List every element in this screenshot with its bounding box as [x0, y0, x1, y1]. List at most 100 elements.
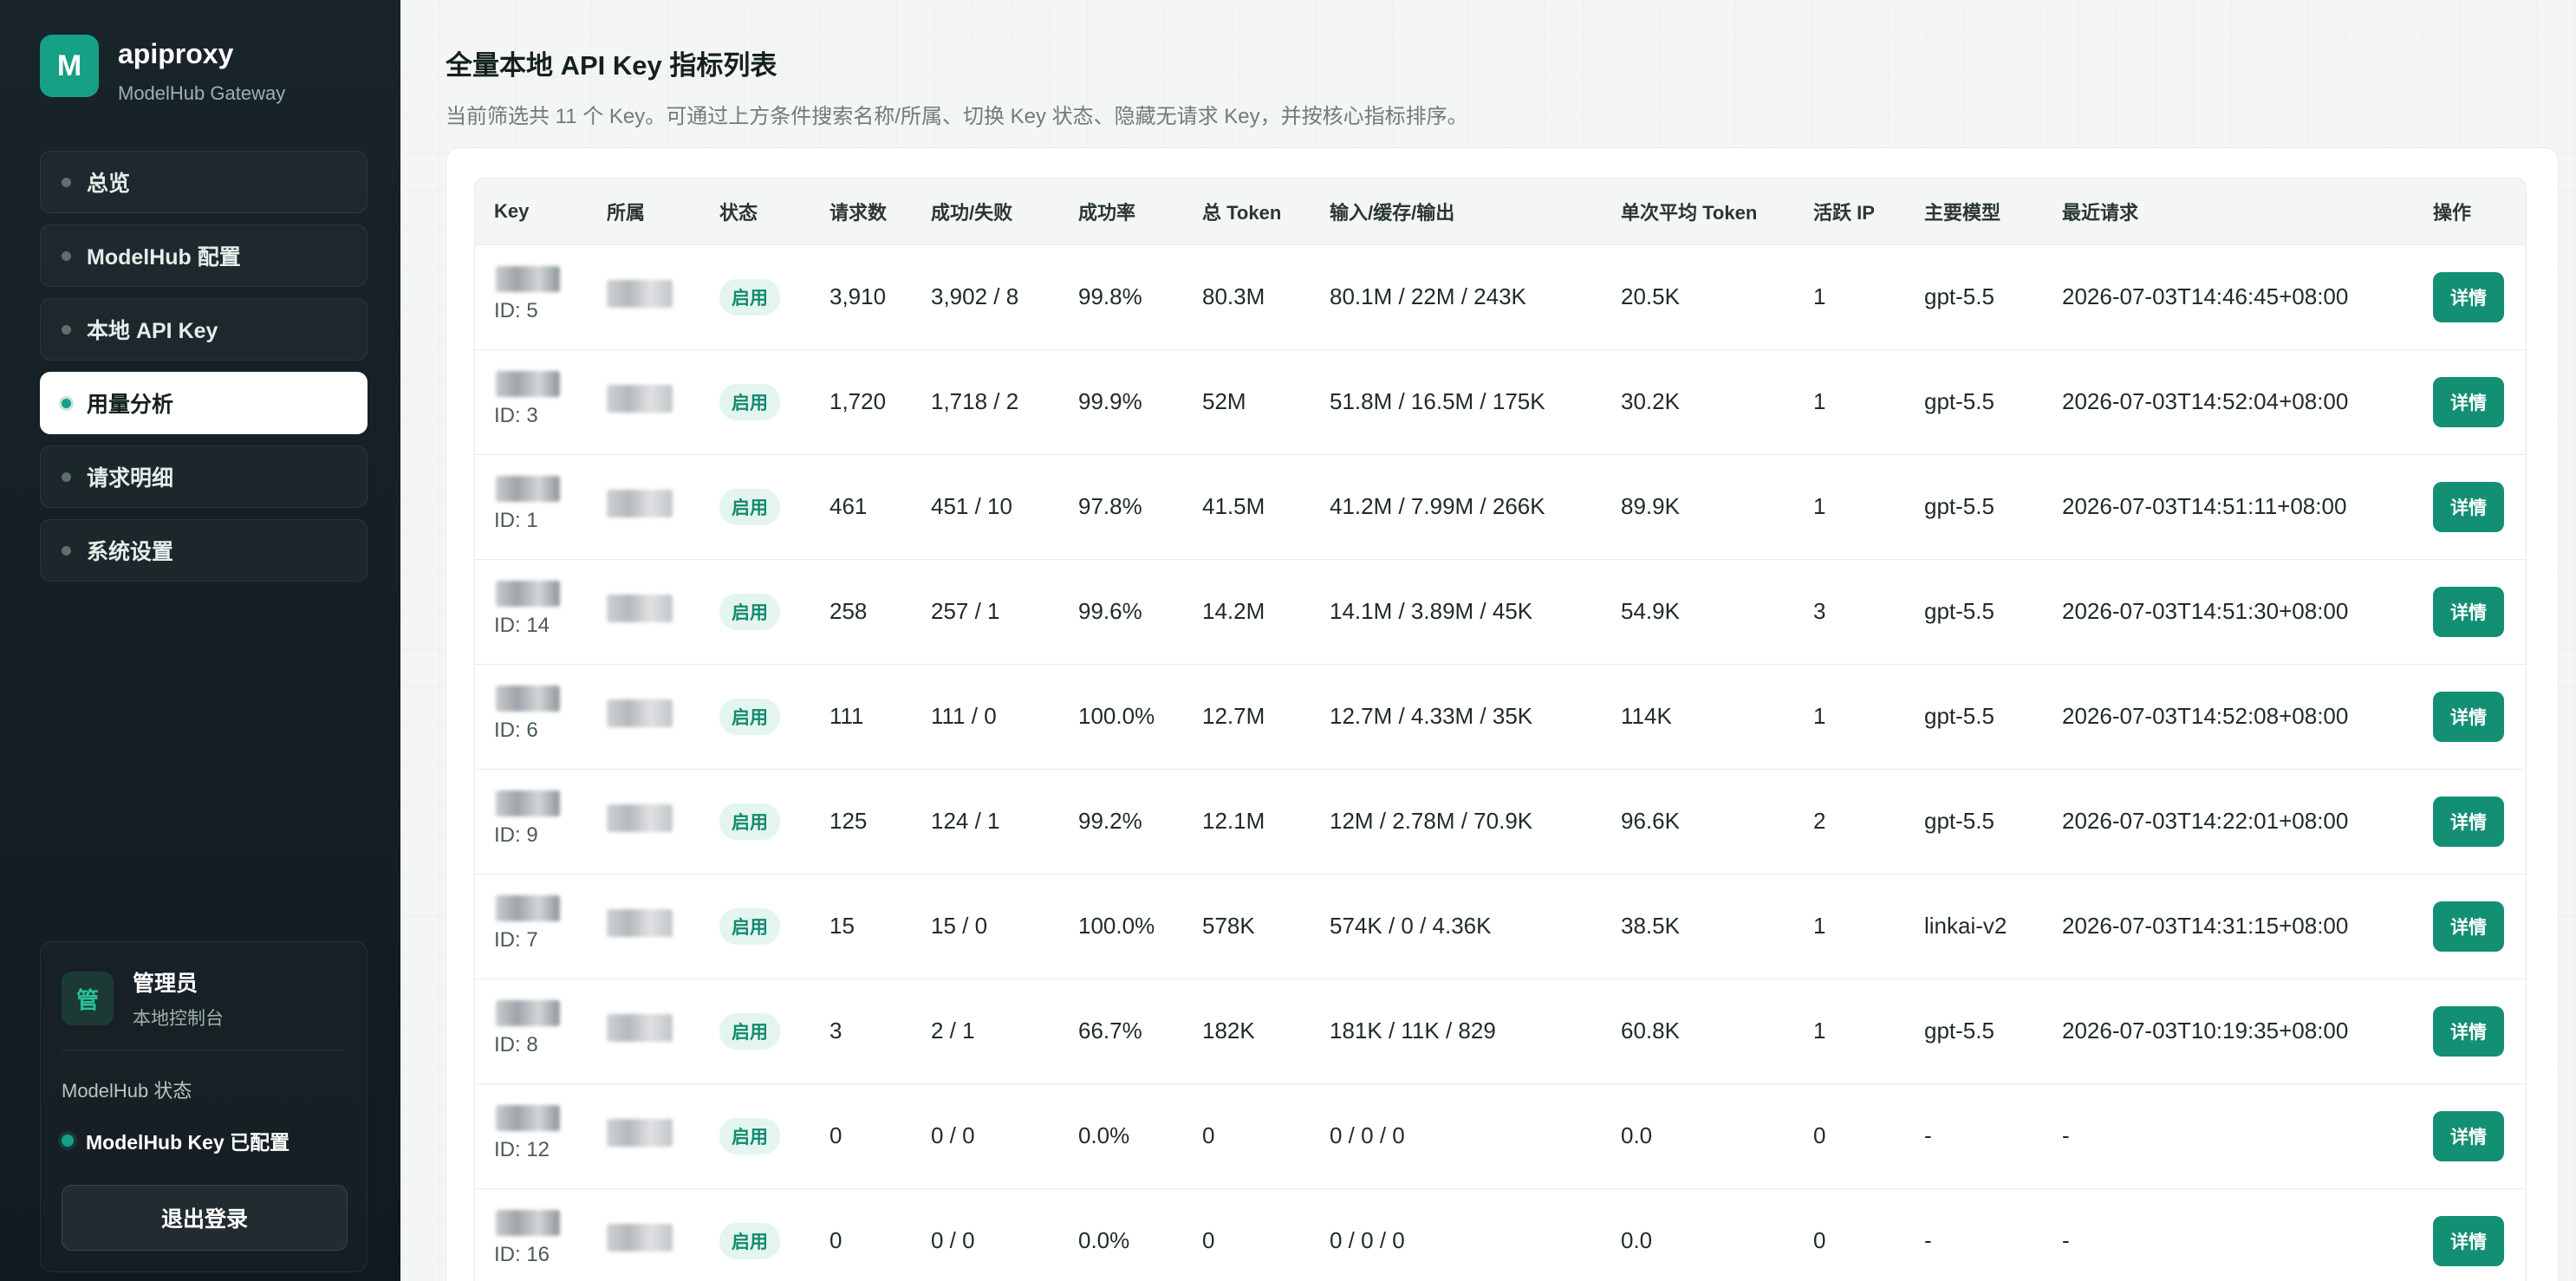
sidebar-item-usage-analysis[interactable]: 用量分析 [40, 372, 368, 434]
masked-key [496, 685, 560, 712]
token-breakdown: 12M / 2.78M / 70.9K [1330, 808, 1533, 834]
success-rate: 99.9% [1078, 388, 1142, 414]
detail-button[interactable]: 详情 [2433, 481, 2504, 532]
success-fail: 15 / 0 [931, 913, 988, 939]
detail-button[interactable]: 详情 [2433, 1005, 2504, 1057]
column-header[interactable]: 成功/失败 [912, 179, 1059, 244]
total-tokens: 578K [1202, 913, 1255, 939]
key-id: ID: 3 [494, 403, 538, 427]
brand-name: apiproxy [118, 38, 234, 69]
total-tokens: 14.2M [1202, 598, 1265, 624]
token-breakdown: 574K / 0 / 4.36K [1330, 913, 1492, 939]
active-ips: 1 [1813, 493, 1826, 519]
metrics-panel: Key 所属 状态 请求数 成功/失败 成功率总 Token 输入/缓存/输出 单次平均 To… [446, 147, 2559, 1281]
token-breakdown: 12.7M / 4.33M / 35K [1330, 703, 1533, 729]
column-header[interactable]: 成功率 [1059, 179, 1183, 244]
sidebar-item-system-settings[interactable]: 系统设置 [40, 519, 368, 582]
owner-cell [588, 454, 700, 559]
bullet-icon [62, 398, 71, 408]
status-badge: 启用 [719, 907, 780, 945]
detail-button[interactable]: 详情 [2433, 1110, 2504, 1161]
last-request: 2026-07-03T14:51:11+08:00 [2062, 493, 2347, 519]
total-tokens: 41.5M [1202, 493, 1265, 519]
success-rate: 100.0% [1078, 703, 1155, 729]
active-ips: 0 [1813, 1122, 1826, 1148]
active-ips: 0 [1813, 1227, 1826, 1253]
table-body: ID: 5 启用 3,910 3,902 / 8 99.8% 80.3M 80.1M / 2… [475, 244, 2526, 1281]
sidebar-item-label: 总览 [87, 172, 131, 196]
detail-button[interactable]: 详情 [2433, 271, 2504, 322]
column-header[interactable]: 所属 [588, 179, 700, 244]
avg-tokens: 0.0 [1621, 1227, 1653, 1253]
request-count: 111 [829, 703, 864, 729]
detail-button[interactable]: 详情 [2433, 1215, 2504, 1266]
last-request: 2026-07-03T14:51:30+08:00 [2062, 598, 2349, 624]
logout-button[interactable]: 退出登录 [62, 1185, 348, 1251]
key-cell: ID: 12 [475, 1083, 588, 1188]
user-name: 管理员 [133, 972, 198, 996]
avg-tokens: 38.5K [1621, 913, 1680, 939]
metrics-table: Key 所属 状态 请求数 成功/失败 成功率总 Token 输入/缓存/输出 单次平均 To… [475, 179, 2526, 1281]
detail-button[interactable]: 详情 [2433, 901, 2504, 952]
status-badge: 启用 [719, 383, 780, 420]
brand-logo: M [40, 35, 99, 97]
column-header[interactable]: 输入/缓存/输出 [1311, 179, 1602, 244]
masked-owner [607, 1014, 673, 1042]
column-header[interactable]: Key [475, 179, 588, 244]
key-id: ID: 7 [494, 927, 538, 952]
masked-owner [607, 385, 673, 413]
column-header[interactable]: 主要模型 [1905, 179, 2043, 244]
key-cell: ID: 5 [475, 244, 588, 349]
token-breakdown: 51.8M / 16.5M / 175K [1330, 388, 1545, 414]
active-ips: 1 [1813, 1018, 1826, 1044]
detail-button[interactable]: 详情 [2433, 691, 2504, 742]
key-id: ID: 6 [494, 718, 538, 742]
request-count: 461 [829, 493, 868, 519]
sidebar-item-overview[interactable]: 总览 [40, 151, 368, 213]
request-count: 0 [829, 1227, 842, 1253]
sidebar-item-request-details[interactable]: 请求明细 [40, 445, 368, 508]
success-rate: 66.7% [1078, 1018, 1142, 1044]
token-breakdown: 0 / 0 / 0 [1330, 1227, 1405, 1253]
column-header[interactable]: 请求数 [810, 179, 912, 244]
masked-owner [607, 804, 673, 832]
token-breakdown: 14.1M / 3.89M / 45K [1330, 598, 1533, 624]
success-fail: 3,902 / 8 [931, 283, 1019, 309]
column-header[interactable]: 状态 [700, 179, 810, 244]
sidebar-item-label: 系统设置 [87, 540, 174, 564]
sidebar-item-local-api-key[interactable]: 本地 API Key [40, 298, 368, 361]
avg-tokens: 0.0 [1621, 1122, 1653, 1148]
masked-owner [607, 909, 673, 937]
avatar: 管 [62, 972, 114, 1025]
active-ips: 1 [1813, 703, 1826, 729]
success-rate: 97.8% [1078, 493, 1142, 519]
detail-button[interactable]: 详情 [2433, 796, 2504, 847]
column-header[interactable]: 总 Token [1183, 179, 1311, 244]
column-header[interactable]: 最近请求 [2043, 179, 2414, 244]
last-request: 2026-07-03T14:22:01+08:00 [2062, 808, 2349, 834]
brand: M apiproxy ModelHub Gateway [40, 35, 285, 105]
active-ips: 1 [1813, 913, 1826, 939]
masked-key [496, 894, 560, 921]
sidebar-nav: 总览 ModelHub 配置 本地 API Key 用量分析 请求明细 系统设置 [40, 151, 368, 593]
masked-key [496, 580, 560, 607]
table-row: ID: 16 启用 0 0 / 0 0.0% 0 0 / 0 / 0 0.0 0 - - 详情 [475, 1188, 2526, 1281]
detail-button[interactable]: 详情 [2433, 376, 2504, 427]
main-model: linkai-v2 [1924, 913, 2007, 939]
status-badge: 启用 [719, 1222, 780, 1259]
success-fail: 124 / 1 [931, 808, 1000, 834]
column-header[interactable]: 活跃 IP [1794, 179, 1905, 244]
detail-button[interactable]: 详情 [2433, 586, 2504, 637]
key-id: ID: 9 [494, 823, 538, 847]
total-tokens: 12.7M [1202, 703, 1265, 729]
column-header[interactable]: 单次平均 Token [1602, 179, 1794, 244]
total-tokens: 0 [1202, 1122, 1215, 1148]
key-cell: ID: 8 [475, 979, 588, 1083]
owner-cell [588, 664, 700, 769]
column-header[interactable]: 操作 [2414, 179, 2526, 244]
status-dot-icon [62, 1135, 74, 1147]
key-id: ID: 8 [494, 1032, 538, 1057]
sidebar-item-modelhub-config[interactable]: ModelHub 配置 [40, 224, 368, 287]
success-rate: 99.2% [1078, 808, 1142, 834]
masked-owner [607, 490, 673, 517]
